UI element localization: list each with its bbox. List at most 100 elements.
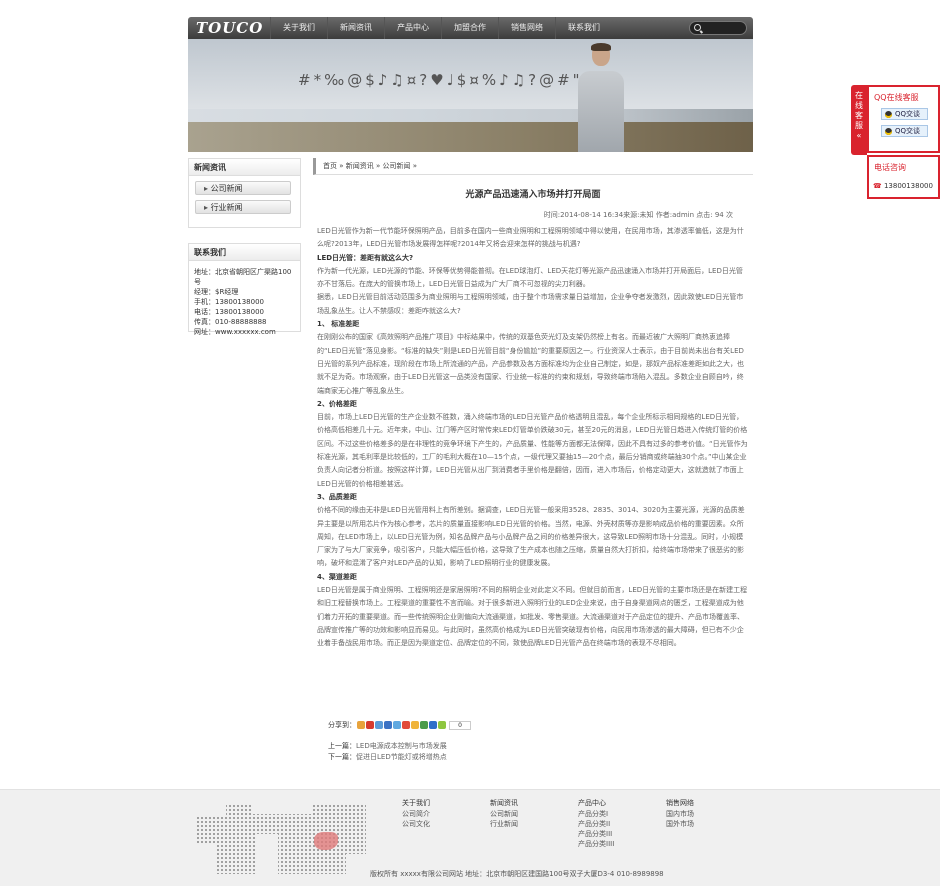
qq-chat-button[interactable]: QQ交谈	[881, 125, 928, 137]
footer-col-title[interactable]: 产品中心	[578, 798, 614, 808]
article-body: LED日光管作为新一代节能环保照明产品，目前多在国内一些商业照明和工程照明领域中…	[313, 225, 753, 651]
map-mask	[251, 804, 311, 814]
share-site-icon[interactable]	[429, 721, 437, 729]
share-icons	[356, 721, 446, 729]
footer-link[interactable]: 产品分类I	[578, 809, 614, 819]
sidebar-contact-title: 联系我们	[189, 244, 300, 261]
article-paragraph: 价格不同的缘由无非是LED日光管用料上有所差别。据调查，LED日光管一般采用35…	[317, 506, 745, 568]
footer-link[interactable]: 公司新闻	[490, 809, 518, 819]
sidebar-news: 新闻资讯 公司新闻 行业新闻	[188, 158, 301, 228]
article-paragraph: 据悉，LED日光管目前活动范围多为商业照明与工程照明领域，由于整个市场需求量日益…	[317, 293, 744, 315]
contact-line: 电话：13800138000	[194, 308, 264, 316]
contact-line: 手机：13800138000	[194, 298, 264, 306]
share-site-icon[interactable]	[420, 721, 428, 729]
article-title: 光源产品迅速涌入市场并打开局面	[465, 190, 601, 200]
contact-line: 经理：$R经理	[194, 288, 239, 296]
map-mask	[256, 834, 278, 874]
map-mask	[196, 804, 226, 816]
china-highlight	[314, 832, 338, 850]
qq-tab[interactable]: 在线客服 «	[851, 85, 867, 155]
copyright: 版权所有 xxxxx有限公司网站 地址：北京市朝阳区建国路100号双子大厦D3-…	[370, 870, 664, 878]
footer-col-news: 新闻资讯 公司新闻 行业新闻	[490, 798, 518, 829]
main-content: 首页 » 新闻资讯 » 公司新闻 » 光源产品迅速涌入市场并打开局面 时间:20…	[313, 158, 753, 651]
article-meta: 时间:2014-08-14 16:34来源:未知 作者:admin 点击: 94…	[543, 211, 733, 219]
footer-link[interactable]: 国外市场	[666, 819, 694, 829]
qq-title: QQ在线客服	[874, 93, 919, 102]
nav-item-about[interactable]: 关于我们	[270, 17, 327, 39]
sidebar-item-company-news[interactable]: 公司新闻	[195, 181, 291, 195]
prev-link[interactable]: LED电源成本控制与市场发展	[356, 742, 447, 750]
article-heading: 2、价格差距	[317, 399, 357, 408]
next-label: 下一篇：	[328, 753, 356, 761]
share-site-icon[interactable]	[357, 721, 365, 729]
footer-link[interactable]: 产品分类IIII	[578, 839, 614, 849]
article-paragraph: 在刚刚公布的国家《高效照明产品推广项目》中标结果中，传统的双基色荧光灯及支架仍然…	[317, 333, 744, 395]
footer-link[interactable]: 行业新闻	[490, 819, 518, 829]
nav-item-contact[interactable]: 联系我们	[555, 17, 612, 39]
article-paragraph: LED日光管是属于商业照明、工程照明还是家居照明?不同的照明企业对此定义不同。但…	[317, 586, 748, 648]
footer-col-title[interactable]: 销售网络	[666, 798, 694, 808]
article-paragraph: 作为新一代光源，LED光源的节能、环保等优势得能普彻。在LED球泡灯、LED天花…	[317, 266, 743, 289]
sidebar-item-industry-news[interactable]: 行业新闻	[195, 200, 291, 214]
footer: 关于我们 公司简介 公司文化 新闻资讯 公司新闻 行业新闻 产品中心 产品分类I…	[0, 789, 940, 886]
person-body	[578, 71, 624, 152]
qq-tab-label: 在线客服	[855, 91, 863, 130]
page: TOUCO 关于我们 新闻资讯 产品中心 加盟合作 销售网络 联系我们 #*‰@…	[0, 0, 940, 886]
article-heading: 4、渠道差距	[317, 572, 357, 581]
qq-service-widget: 在线客服« QQ在线客服 QQ交谈 QQ交谈 电话咨询 13800138000	[851, 85, 940, 200]
person-hair	[591, 43, 611, 51]
footer-col-title[interactable]: 关于我们	[402, 798, 430, 808]
nav-item-news[interactable]: 新闻资讯	[327, 17, 384, 39]
collapse-icon[interactable]: «	[857, 131, 862, 140]
contact-line: 传真：010-88888888	[194, 318, 267, 326]
nav-item-products[interactable]: 产品中心	[384, 17, 441, 39]
nav-item-join[interactable]: 加盟合作	[441, 17, 498, 39]
contact-line: 地址：北京省朝阳区广渠路100号	[194, 268, 292, 286]
search-input[interactable]	[689, 21, 747, 35]
sidebar-contact: 联系我们 地址：北京省朝阳区广渠路100号 经理：$R经理 手机：1380013…	[188, 243, 301, 336]
footer-col-title[interactable]: 新闻资讯	[490, 798, 518, 808]
logo[interactable]: TOUCO	[196, 19, 270, 37]
search-icon[interactable]	[694, 24, 701, 31]
footer-link[interactable]: 国内市场	[666, 809, 694, 819]
article-heading: LED日光管：差距有就这么大?	[317, 253, 414, 262]
article-heading: 1、 标准差距	[317, 320, 360, 329]
banner-glyphs: #*‰@$♪♫¤?♥♩$¤%♪♫?@#"@¥♩	[298, 71, 624, 89]
top-nav: TOUCO 关于我们 新闻资讯 产品中心 加盟合作 销售网络 联系我们	[188, 17, 753, 39]
article-paragraph: 目前，市场上LED日光管的生产企业数不胜数，涌入终端市场的LED日光管产品价格透…	[317, 413, 748, 488]
contact-info: 地址：北京省朝阳区广渠路100号 经理：$R经理 手机：13800138000 …	[189, 261, 300, 343]
footer-link[interactable]: 公司文化	[402, 819, 430, 829]
article-heading: 3、品质差距	[317, 492, 357, 501]
map-mask	[346, 854, 366, 874]
prev-next: 上一篇：LED电源成本控制与市场发展 下一篇：促进日LED节能灯或将增热点	[328, 741, 447, 763]
footer-col-sales: 销售网络 国内市场 国外市场	[666, 798, 694, 829]
share-bar: 分享到： 0	[328, 720, 471, 730]
footer-link[interactable]: 产品分类III	[578, 829, 614, 839]
banner: #*‰@$♪♫¤?♥♩$¤%♪♫?@#"@¥♩	[188, 39, 753, 152]
breadcrumb[interactable]: 首页 » 新闻资讯 » 公司新闻 »	[313, 158, 753, 175]
share-site-icon[interactable]	[375, 721, 383, 729]
prev-label: 上一篇：	[328, 742, 356, 750]
share-site-icon[interactable]	[393, 721, 401, 729]
footer-col-about: 关于我们 公司简介 公司文化	[402, 798, 430, 829]
share-count: 0	[449, 720, 471, 730]
share-site-icon[interactable]	[366, 721, 374, 729]
share-site-icon[interactable]	[411, 721, 419, 729]
world-map	[196, 804, 366, 874]
footer-link[interactable]: 公司简介	[402, 809, 430, 819]
footer-link[interactable]: 产品分类II	[578, 819, 614, 829]
next-link[interactable]: 促进日LED节能灯或将增热点	[356, 753, 447, 761]
article-paragraph: LED日光管作为新一代节能环保照明产品，目前多在国内一些商业照明和工程照明领域中…	[317, 227, 744, 249]
share-site-icon[interactable]	[402, 721, 410, 729]
share-site-icon[interactable]	[438, 721, 446, 729]
banner-hill	[188, 122, 753, 152]
sidebar-news-title: 新闻资讯	[189, 159, 300, 176]
contact-line: 网址：www.xxxxxx.com	[194, 328, 276, 336]
qq-panel: QQ在线客服 QQ交谈 QQ交谈	[867, 85, 940, 153]
banner-person	[578, 43, 624, 152]
share-site-icon[interactable]	[384, 721, 392, 729]
nav-item-sales[interactable]: 销售网络	[498, 17, 555, 39]
tel-title: 电话咨询	[874, 163, 906, 172]
qq-chat-button[interactable]: QQ交谈	[881, 108, 928, 120]
tel-number[interactable]: 13800138000	[869, 173, 938, 190]
